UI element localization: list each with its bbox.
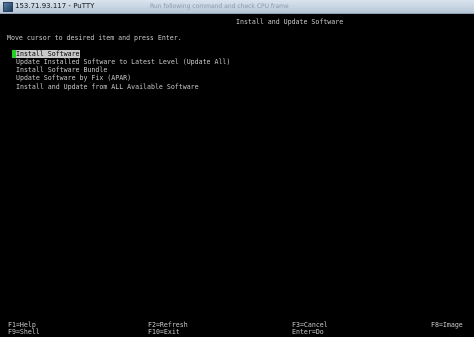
instructions-text: Move cursor to desired item and press En… bbox=[7, 34, 182, 42]
menu-item-update-by-fix[interactable]: Update Software by Fix (APAR) bbox=[16, 74, 131, 82]
f8-image-key[interactable]: F8=Image bbox=[431, 321, 463, 329]
menu-item-install-bundle[interactable]: Install Software Bundle bbox=[16, 66, 107, 74]
menu-item-update-all[interactable]: Update Installed Software to Latest Leve… bbox=[16, 58, 230, 66]
window-title: 153.71.93.117 - PuTTY bbox=[15, 2, 95, 10]
menu-item-install-update-all-available[interactable]: Install and Update from ALL Available So… bbox=[16, 83, 199, 91]
enter-do-key[interactable]: Enter=Do bbox=[292, 328, 324, 336]
screen-title: Install and Update Software bbox=[236, 18, 344, 26]
f9-shell-key[interactable]: F9=Shell bbox=[8, 328, 40, 336]
terminal-screen[interactable]: Install and Update Software Move cursor … bbox=[0, 14, 474, 337]
background-window-text: Run following command and check CPU fram… bbox=[150, 3, 289, 10]
f10-exit-key[interactable]: F10=Exit bbox=[148, 328, 180, 336]
menu-item-install-software[interactable]: Install Software bbox=[16, 50, 80, 58]
title-bar[interactable]: 153.71.93.117 - PuTTY Run following comm… bbox=[0, 0, 474, 14]
putty-app-icon[interactable] bbox=[3, 2, 13, 12]
putty-window: 153.71.93.117 - PuTTY Run following comm… bbox=[0, 0, 474, 337]
